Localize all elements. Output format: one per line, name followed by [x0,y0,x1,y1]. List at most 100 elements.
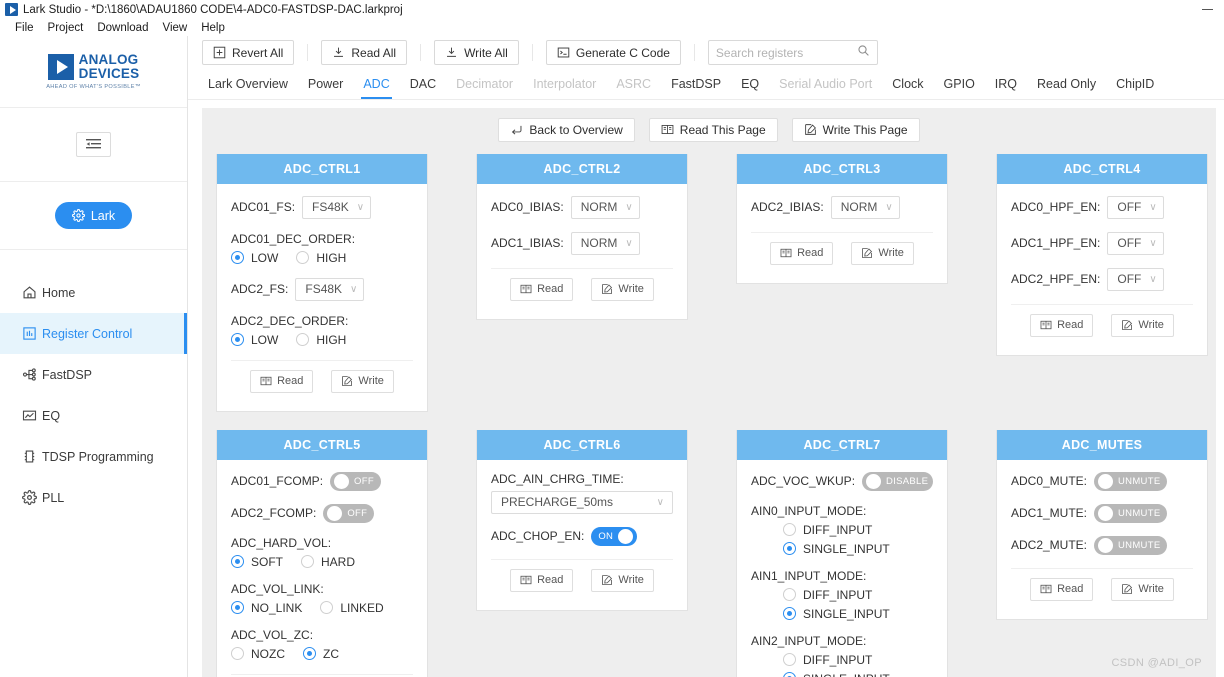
radio-option[interactable]: LOW [231,251,278,265]
radio-option[interactable]: NO_LINK [231,601,302,615]
radio-option[interactable]: DIFF_INPUT [783,588,933,602]
tab-irq[interactable]: IRQ [985,70,1027,99]
toggle-adc1_mute[interactable]: UNMUTE [1094,503,1168,523]
field-label: ADC1_HPF_EN: [1011,236,1101,251]
select-adc_ain_chrg_time[interactable]: PRECHARGE_50ms ∨ [491,490,673,514]
toggle-adc_voc_wkup[interactable]: DISABLE [862,471,933,491]
sidebar-item-fastdsp[interactable]: FastDSP [0,354,187,395]
tab-adc[interactable]: ADC [353,70,399,99]
select-adc2_fs[interactable]: FS48K ∨ [295,277,365,301]
radio-option[interactable]: ZC [303,647,339,661]
toggle-adc2_fcomp[interactable]: OFF [323,503,375,523]
back-to-overview-button[interactable]: Back to Overview [498,117,635,142]
field-row: ADC01_FS: FS48K ∨ [231,195,413,219]
card-read-button[interactable]: Read [1030,577,1094,601]
radio-option[interactable]: NOZC [231,647,285,661]
sidebar-item-home[interactable]: Home [0,272,187,313]
collapse-menu-button[interactable] [76,132,111,157]
menu-item-view[interactable]: View [155,22,194,34]
select-value: PRECHARGE_50ms [501,495,614,510]
radio-option[interactable]: DIFF_INPUT [783,523,933,537]
card-read-button[interactable]: Read [1030,313,1094,337]
radio-option[interactable]: SINGLE_INPUT [783,607,933,621]
select-adc0_ibias[interactable]: NORM ∨ [570,195,640,219]
book-icon [520,283,532,295]
radio-option[interactable]: HIGH [296,251,346,265]
select-adc0_hpf_en[interactable]: OFF ∨ [1107,195,1164,219]
radio-option[interactable]: HARD [301,555,355,569]
toggle-adc0_mute[interactable]: UNMUTE [1094,471,1168,491]
menu-item-file[interactable]: File [8,22,41,34]
sidebar-item-pll[interactable]: PLL [0,477,187,518]
revert-all-button[interactable]: Revert All [202,40,295,66]
menu-item-project[interactable]: Project [41,22,91,34]
card-read-button[interactable]: Read [250,369,314,393]
toggle-label: UNMUTE [1118,539,1161,551]
sidebar-item-register-control[interactable]: Register Control [0,313,187,354]
tab-read-only[interactable]: Read Only [1027,70,1106,99]
radio-label: DIFF_INPUT [803,587,873,602]
card-write-button[interactable]: Write [591,277,654,301]
book-icon [260,375,272,387]
field-label: ADC_VOL_ZC: [231,627,314,642]
window-controls [1190,0,1224,19]
search-input[interactable] [715,45,857,60]
toggle-adc_chop_en[interactable]: ON [591,526,638,546]
lark-button[interactable]: Lark [54,202,133,229]
sidebar-item-eq[interactable]: EQ [0,395,187,436]
minimize-button[interactable] [1190,0,1224,19]
toggle-label: OFF [347,507,368,519]
select-adc2_hpf_en[interactable]: OFF ∨ [1107,267,1164,291]
field-label: ADC_HARD_VOL: [231,535,332,550]
search-icon[interactable] [857,44,870,62]
tab-lark-overview[interactable]: Lark Overview [198,70,298,99]
tab-eq[interactable]: EQ [731,70,769,99]
write-this-page-button[interactable]: Write This Page [791,117,920,142]
edit-icon [1121,583,1133,595]
radio-option[interactable]: SINGLE_INPUT [783,542,933,556]
card-read-button[interactable]: Read [770,241,834,265]
menu-item-help[interactable]: Help [194,22,232,34]
select-adc01_fs[interactable]: FS48K ∨ [302,195,372,219]
card-write-button[interactable]: Write [331,369,394,393]
menu-item-download[interactable]: Download [90,22,155,34]
tab-fastdsp[interactable]: FastDSP [661,70,731,99]
radio-option[interactable]: LOW [231,333,278,347]
card-write-button[interactable]: Write [1111,313,1174,337]
tab-chipid[interactable]: ChipID [1106,70,1164,99]
field-label: AIN0_INPUT_MODE: [751,503,867,518]
radio-option[interactable]: HIGH [296,333,346,347]
radio-group-adc01_dec_order: LOW HIGH [231,251,413,265]
select-adc1_ibias[interactable]: NORM ∨ [570,231,640,255]
register-card: ADC_CTRL1 ADC01_FS: FS48K ∨ ADC01_DEC_ORDER:… [216,153,428,412]
radio-option[interactable]: SINGLE_INPUT [783,672,933,677]
tab-dac[interactable]: DAC [400,70,446,99]
console-icon [557,46,570,59]
read-this-page-button[interactable]: Read This Page [648,117,778,142]
generate-c-code-button[interactable]: Generate C Code [545,40,681,66]
radio-option[interactable]: DIFF_INPUT [783,653,933,667]
radio-mark-icon [783,653,796,667]
radio-option[interactable]: LINKED [320,601,384,615]
card-read-button[interactable]: Read [510,277,574,301]
search-registers-field[interactable] [707,40,878,66]
field-block: AIN1_INPUT_MODE: DIFF_INPUT SINGLE_INPUT [751,569,933,621]
card-write-button[interactable]: Write [1111,577,1174,601]
toggle-adc2_mute[interactable]: UNMUTE [1094,535,1168,555]
radio-option[interactable]: SOFT [231,555,283,569]
tab-power[interactable]: Power [298,70,353,99]
write-all-button[interactable]: Write All [434,40,519,66]
card-read-button[interactable]: Read [510,568,574,592]
read-all-button[interactable]: Read All [321,40,408,66]
back-to-overview-label: Back to Overview [529,122,623,137]
card-write-button[interactable]: Write [591,568,654,592]
select-adc1_hpf_en[interactable]: OFF ∨ [1107,231,1164,255]
tab-gpio[interactable]: GPIO [934,70,985,99]
tab-clock[interactable]: Clock [882,70,933,99]
sidebar-item-tdsp-programming[interactable]: TDSP Programming [0,436,187,477]
select-adc2_ibias[interactable]: NORM ∨ [830,195,900,219]
app-frame: ANALOG DEVICES AHEAD OF WHAT'S POSSIBLE™ [0,36,1224,677]
register-card-body: ADC0_IBIAS: NORM ∨ ADC1_IBIAS: NORM ∨ Read Writ… [477,184,687,319]
toggle-adc01_fcomp[interactable]: OFF [330,471,381,491]
card-write-button[interactable]: Write [851,241,914,265]
